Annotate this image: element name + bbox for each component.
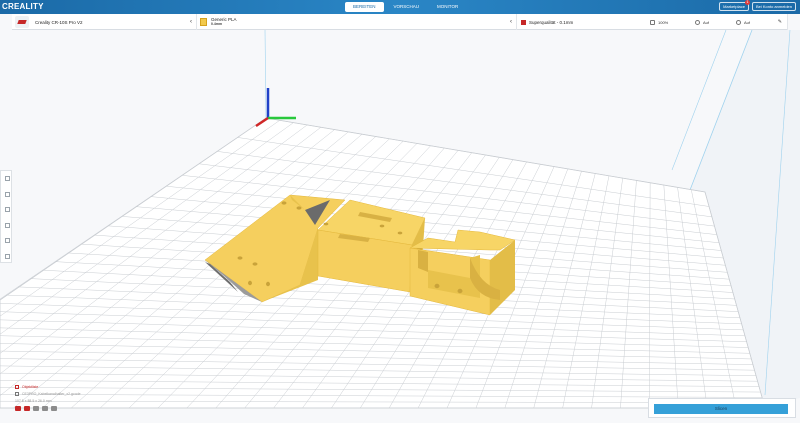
tool-strip [0,170,12,263]
adhesion-value: Auf [744,19,751,25]
support-icon [695,19,700,25]
sign-in-button[interactable]: Bei Konto anmelden [751,2,796,11]
print-settings-selector[interactable]: Superqualität - 0.1mm 100% Auf Auf ✎ [517,14,788,30]
chevron-left-icon: ‹ [510,19,512,25]
profile-flag-icon [521,19,526,25]
object-list-title: Objektliste [22,384,39,389]
material-selector[interactable]: Generic PLA 0.4mm ‹ [197,14,517,30]
support-indicator: Auf [695,19,710,25]
material-swatch-icon [200,18,207,26]
move-icon [4,176,10,182]
object-list: Objektliste CE3PRO_Kabelkanalhalter_x2.g… [15,383,81,411]
object-file-name: CE3PRO_Kabelkanalhalter_x2.gcode [22,391,81,396]
support-value: Auf [703,19,710,25]
object-actions [15,406,81,411]
profile-name: Superqualität - 0.1mm [529,19,574,25]
mirror-icon [4,222,10,228]
arrange-icon[interactable] [24,406,30,411]
chevron-left-icon: ‹ [190,19,192,25]
infill-value: 100% [658,19,669,25]
adhesion-indicator: Auf [736,19,751,25]
action-panel: Slicen [648,398,796,418]
file-icon [15,391,19,396]
tab-preview[interactable]: VORSCHAU [386,2,428,12]
scale-icon [4,191,10,197]
nozzle-size: 0.4mm [211,22,223,26]
build-volume-edge [264,29,267,119]
tab-monitor[interactable]: MONITOR [429,2,466,12]
support-blocker-icon [4,253,10,259]
adhesion-icon [736,19,741,25]
per-model-settings-tool[interactable] [1,233,13,249]
object-dimensions-row: 107.5 x 88.5 x 26.0 mm [15,397,81,404]
object-list-item[interactable]: CE3PRO_Kabelkanalhalter_x2.gcode [15,390,81,397]
per-model-settings-icon [4,238,10,244]
scale-tool[interactable] [1,187,13,203]
view-3d-icon[interactable] [33,406,39,411]
printer-name: Creality CR-10S Pro V2 [35,19,83,25]
job-specs-bar: Creality CR-10S Pro V2 ‹ Generic PLA 0.4… [12,14,788,30]
printer-icon [15,16,29,28]
slice-button[interactable]: Slicen [654,404,788,414]
chevron-up-icon [15,384,19,389]
object-dimensions: 107.5 x 88.5 x 26.0 mm [15,398,52,403]
rotate-icon [4,207,10,213]
wrench-icon[interactable]: ✎ [778,19,782,25]
stage-tabs: BEREITEN VORSCHAU MONITOR [345,2,466,12]
view-front-icon[interactable] [42,406,48,411]
tab-prepare[interactable]: BEREITEN [345,2,384,12]
marketplace-button[interactable]: Marketplace 1 [719,0,750,11]
support-blocker-tool[interactable] [1,249,13,265]
marketplace-label: Marketplace [723,4,745,9]
view-top-icon[interactable] [51,406,57,411]
printer-selector[interactable]: Creality CR-10S Pro V2 ‹ [12,14,197,30]
creality-logo: CREALITY [2,2,44,11]
open-file-icon[interactable] [15,406,21,411]
infill-icon [650,19,655,25]
object-list-header[interactable]: Objektliste [15,383,81,390]
build-plate-viewport[interactable] [0,0,800,423]
header-bar: CREALITY BEREITEN VORSCHAU MONITOR Marke… [0,0,800,14]
infill-indicator: 100% [650,19,669,25]
move-tool[interactable] [1,171,13,187]
header-actions: Marketplace 1 Bei Konto anmelden [719,0,796,11]
mirror-tool[interactable] [1,218,13,234]
rotate-tool[interactable] [1,202,13,218]
marketplace-badge: 1 [744,0,750,5]
